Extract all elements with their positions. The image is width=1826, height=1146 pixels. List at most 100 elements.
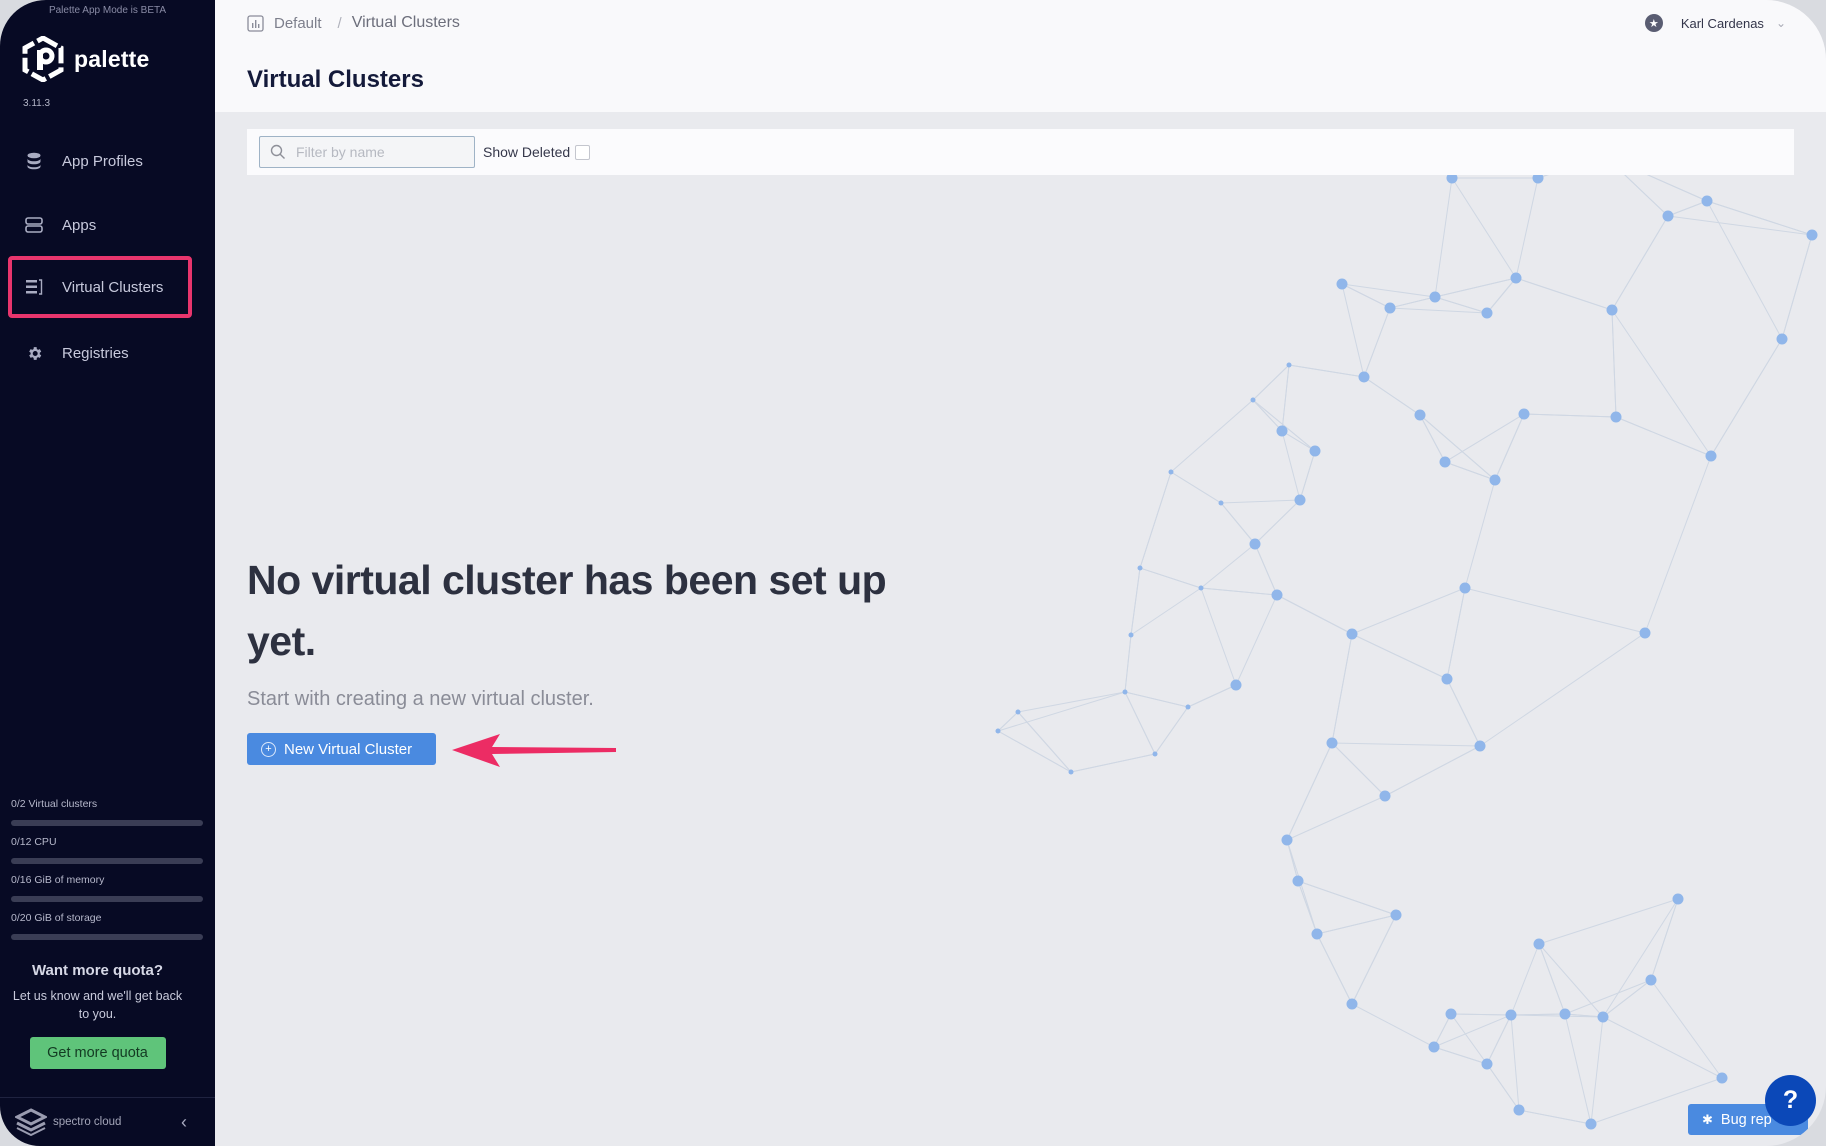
new-virtual-cluster-label: New Virtual Cluster — [284, 740, 413, 758]
network-node — [1276, 425, 1288, 437]
sidebar-item-label: Virtual Clusters — [62, 278, 164, 296]
network-node — [1168, 469, 1174, 475]
network-node — [1662, 210, 1674, 222]
network-edge — [1667, 215, 1813, 236]
network-edge — [1434, 277, 1517, 298]
network-node — [1705, 450, 1717, 462]
app-window: Palette App Mode is BETA palette 3.11.3 … — [0, 0, 1826, 1146]
breadcrumb-project[interactable]: Default — [274, 15, 322, 32]
network-edge — [1510, 1014, 1520, 1111]
network-node — [1459, 582, 1471, 594]
show-deleted-toggle[interactable]: Show Deleted — [483, 144, 591, 160]
network-edge — [1070, 753, 1156, 773]
search-field[interactable] — [259, 136, 475, 168]
gear-icon — [24, 343, 44, 363]
sidebar-item-registries[interactable]: Registries — [8, 322, 192, 384]
network-node — [1068, 769, 1074, 775]
network-edge — [1281, 364, 1290, 432]
network-node — [1481, 1058, 1493, 1070]
more-quota-text: Let us know and we'll get back to you. — [12, 989, 183, 1021]
sidebar-footer: spectro cloud ‹ — [0, 1097, 215, 1146]
network-edge — [1017, 711, 1072, 773]
network-edge — [1351, 633, 1448, 680]
network-edge — [1538, 898, 1679, 945]
logo-text: palette — [74, 45, 150, 72]
network-edge — [1538, 943, 1566, 1015]
show-deleted-checkbox[interactable] — [575, 144, 591, 160]
palette-logo[interactable]: palette — [22, 36, 150, 82]
sidebar-item-label: Registries — [62, 344, 129, 362]
network-node — [1358, 371, 1370, 383]
sidebar-item-app-profiles[interactable]: App Profiles — [8, 130, 192, 192]
network-edge — [1254, 543, 1278, 596]
plus-circle-icon: + — [261, 741, 276, 757]
network-edge — [1590, 1016, 1604, 1125]
network-edge — [1286, 839, 1318, 935]
user-menu[interactable]: ★ Karl Cardenas ⌄ — [1644, 14, 1786, 32]
network-node — [1281, 834, 1293, 846]
network-edge — [1252, 364, 1290, 401]
show-deleted-label: Show Deleted — [483, 144, 571, 160]
quota-label: 0/16 GiB of memory — [11, 874, 105, 886]
network-node — [1250, 397, 1256, 403]
network-node — [1137, 565, 1143, 571]
network-node — [1230, 679, 1242, 691]
network-edge — [1650, 898, 1679, 981]
network-edge — [1446, 587, 1466, 680]
empty-state-title: No virtual cluster has been set up yet. — [247, 557, 887, 664]
user-star-icon: ★ — [1644, 14, 1663, 32]
filter-by-name-input[interactable] — [296, 144, 466, 160]
network-edge — [1297, 880, 1318, 935]
cluster-list-icon — [24, 277, 44, 297]
sidebar-item-label: App Profiles — [62, 152, 143, 170]
empty-state-subtitle: Start with creating a new virtual cluste… — [247, 688, 594, 710]
network-edge — [1351, 914, 1397, 1005]
network-edge — [1564, 1013, 1592, 1125]
network-edge — [1316, 933, 1353, 1005]
network-node — [1513, 1104, 1525, 1116]
network-edge — [1611, 309, 1712, 457]
network-node — [1428, 1041, 1440, 1053]
spectro-cloud-logo-icon — [15, 1108, 47, 1136]
network-edge — [1154, 706, 1189, 755]
network-edge — [1450, 1013, 1488, 1065]
page-header: Default / Virtual Clusters Virtual Clust… — [215, 0, 1826, 112]
network-edge — [1220, 499, 1301, 504]
network-node — [1198, 585, 1204, 591]
network-edge — [1419, 414, 1496, 481]
server-icon — [24, 215, 44, 235]
breadcrumb-current: Virtual Clusters — [351, 14, 460, 31]
help-button[interactable]: ? — [1765, 1075, 1816, 1126]
sidebar-item-apps[interactable]: Apps — [8, 194, 192, 256]
network-edge — [1518, 1109, 1592, 1125]
user-name: Karl Cardenas — [1680, 15, 1764, 31]
sidebar-item-virtual-clusters[interactable]: Virtual Clusters — [8, 256, 192, 318]
network-edge — [1235, 594, 1278, 686]
network-edge — [1781, 234, 1813, 340]
network-edge — [1351, 587, 1466, 635]
network-edge — [1139, 471, 1172, 569]
search-icon — [270, 144, 285, 159]
sidebar: Palette App Mode is BETA palette 3.11.3 … — [0, 0, 215, 1146]
network-edge — [1515, 277, 1613, 311]
collapse-sidebar-chevron-icon[interactable]: ‹ — [181, 1112, 187, 1133]
network-edge — [1523, 413, 1617, 418]
network-edge — [1710, 338, 1783, 457]
network-node — [1606, 304, 1618, 316]
brand-name: spectro cloud — [53, 1116, 122, 1128]
network-edge — [1331, 742, 1386, 797]
network-edge — [1538, 943, 1604, 1018]
network-edge — [1200, 587, 1237, 686]
get-more-quota-button[interactable]: Get more quota — [29, 1037, 166, 1069]
network-edge — [1124, 634, 1132, 693]
network-edge — [1170, 399, 1254, 473]
network-edge — [1602, 898, 1679, 1018]
network-node — [1505, 1009, 1517, 1021]
new-virtual-cluster-button[interactable]: + New Virtual Cluster — [247, 733, 436, 765]
network-edge — [1200, 587, 1278, 596]
network-node — [1441, 673, 1453, 685]
network-edge — [1434, 177, 1453, 298]
chevron-down-icon: ⌄ — [1775, 16, 1786, 30]
network-node — [1271, 589, 1283, 601]
filter-toolbar: Show Deleted — [247, 129, 1794, 175]
